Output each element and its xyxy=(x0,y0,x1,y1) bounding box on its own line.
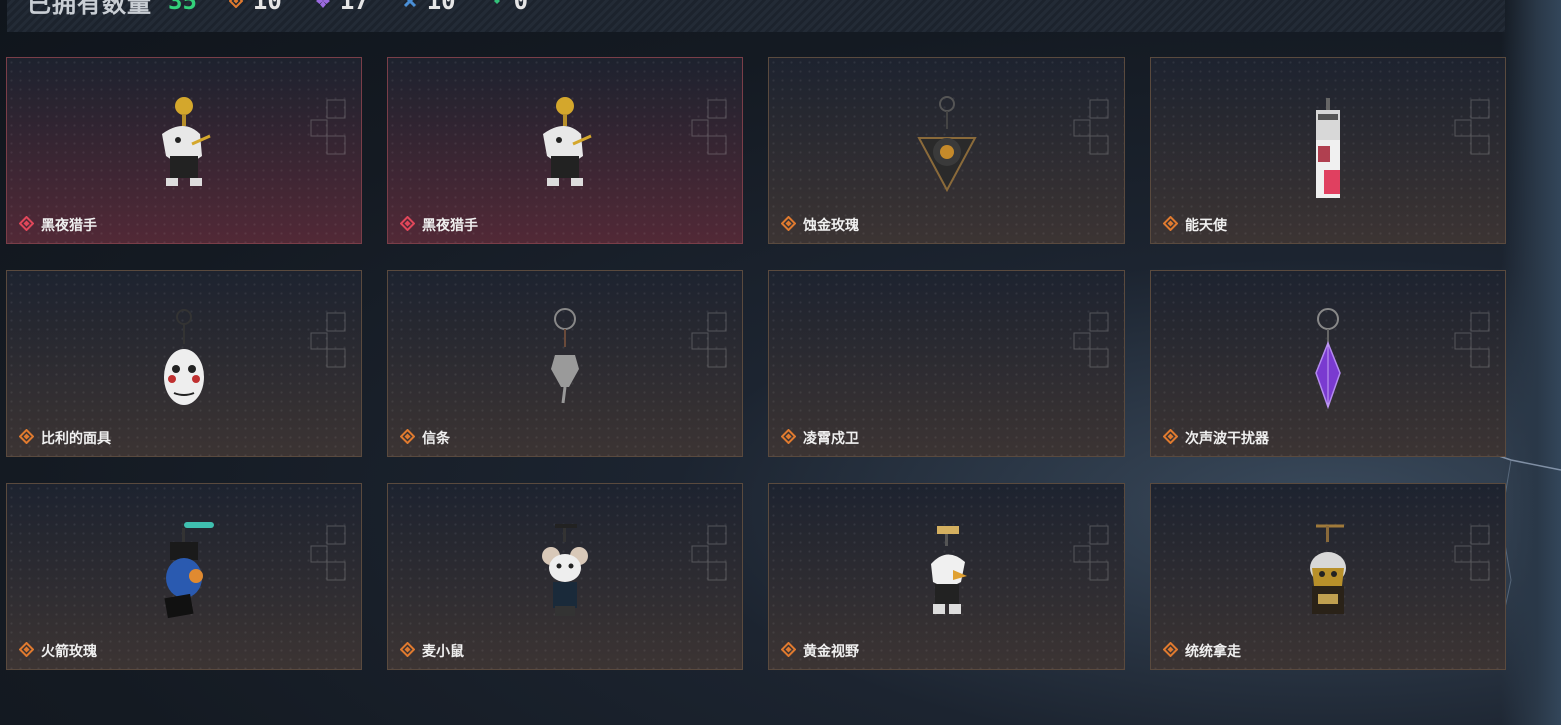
pendant-name: 黄金视野 xyxy=(803,643,859,659)
pendant-card[interactable]: 黑夜猎手 xyxy=(6,57,362,244)
rarity-count-purple: 17 xyxy=(315,0,369,15)
pendant-card[interactable]: 黑夜猎手 xyxy=(387,57,743,244)
green-diamond-icon xyxy=(493,0,500,4)
rarity-count-purple-value: 17 xyxy=(339,0,369,15)
card-decoration xyxy=(1073,525,1109,581)
card-decoration xyxy=(691,525,727,581)
pendant-name: 黑夜猎手 xyxy=(41,217,97,233)
pendant-name: 统统拿走 xyxy=(1185,643,1241,659)
card-decoration xyxy=(1073,312,1109,368)
card-decoration xyxy=(1454,312,1490,368)
pendant-name: 比利的面具 xyxy=(41,430,111,446)
red-rarity-icon xyxy=(400,216,415,231)
golden-vision-pendant-image xyxy=(930,526,967,614)
night-hunter-pendant-image xyxy=(543,97,592,186)
card-decoration xyxy=(691,99,727,155)
rarity-count-orange: 10 xyxy=(228,0,282,15)
angel-card-pendant-image xyxy=(1316,98,1340,198)
pendant-name: 黑夜猎手 xyxy=(422,217,478,233)
orange-rarity-icon xyxy=(781,429,796,444)
billy-mask-pendant-image xyxy=(164,309,204,405)
orange-rarity-icon xyxy=(400,429,415,444)
card-decoration xyxy=(1073,99,1109,155)
pendant-card[interactable]: 比利的面具 xyxy=(6,270,362,457)
pendant-name: 麦小鼠 xyxy=(422,643,464,659)
orange-rarity-icon xyxy=(19,642,34,657)
pendant-card[interactable]: 火箭玫瑰 xyxy=(6,483,362,670)
pendant-name: 能天使 xyxy=(1185,217,1227,233)
orange-rarity-icon xyxy=(781,216,796,231)
rarity-count-blue-value: 10 xyxy=(426,0,456,15)
pendant-name: 凌霄戍卫 xyxy=(803,430,859,446)
rarity-count-green: 0 xyxy=(490,0,528,15)
rarity-count-orange-value: 10 xyxy=(252,0,282,15)
orange-rarity-icon xyxy=(781,642,796,657)
pendant-card[interactable]: 蚀金玫瑰 xyxy=(768,57,1125,244)
creed-pendant-image xyxy=(551,308,579,404)
orange-rarity-icon xyxy=(1163,642,1178,657)
pendant-card[interactable]: 凌霄戍卫 xyxy=(768,270,1125,457)
mouse-pendant-image xyxy=(542,524,588,616)
pendant-card[interactable]: 信条 xyxy=(387,270,743,457)
card-decoration xyxy=(310,99,346,155)
card-decoration xyxy=(1454,99,1490,155)
pendant-card[interactable]: 统统拿走 xyxy=(1150,483,1506,670)
pendant-card[interactable]: 麦小鼠 xyxy=(387,483,743,670)
pendant-card[interactable]: 黄金视野 xyxy=(768,483,1125,670)
rarity-count-blue: 10 xyxy=(403,0,456,15)
rarity-count-green-value: 0 xyxy=(513,0,529,15)
orange-rarity-icon xyxy=(400,642,415,657)
red-rarity-icon xyxy=(19,216,34,231)
orange-rarity-icon xyxy=(1163,429,1178,444)
card-decoration xyxy=(310,525,346,581)
pendant-card[interactable]: 次声波干扰器 xyxy=(1150,270,1506,457)
card-decoration xyxy=(691,312,727,368)
rocket-rose-pendant-image xyxy=(164,522,214,619)
owned-count-bar: 已拥有数量 35 10 17 10 0 xyxy=(7,0,1505,32)
orange-rarity-icon xyxy=(19,429,34,444)
purple-diamond-icon xyxy=(315,0,330,8)
owned-count-label: 已拥有数量 xyxy=(27,0,152,18)
pendant-name: 火箭玫瑰 xyxy=(41,643,97,659)
orange-diamond-icon xyxy=(228,0,243,8)
blue-diamond-icon xyxy=(403,0,416,8)
card-decoration xyxy=(310,312,346,368)
gold-rose-pendant-image xyxy=(916,96,977,193)
pendant-grid: 黑夜猎手 黑夜猎手 蚀金玫瑰 能天使 比利的面具 信条 凌霄戍卫 次声波干扰器 … xyxy=(6,57,1506,670)
card-decoration xyxy=(1454,525,1490,581)
pendant-card[interactable]: 能天使 xyxy=(1150,57,1506,244)
infrasound-jammer-pendant-image xyxy=(1315,308,1341,410)
pendant-name: 蚀金玫瑰 xyxy=(803,217,859,233)
pendant-name: 次声波干扰器 xyxy=(1185,430,1269,446)
take-it-all-pendant-image xyxy=(1310,524,1346,614)
pendant-name: 信条 xyxy=(422,430,450,446)
owned-total-count: 35 xyxy=(168,0,197,15)
night-hunter-pendant-image xyxy=(162,97,211,186)
orange-rarity-icon xyxy=(1163,216,1178,231)
